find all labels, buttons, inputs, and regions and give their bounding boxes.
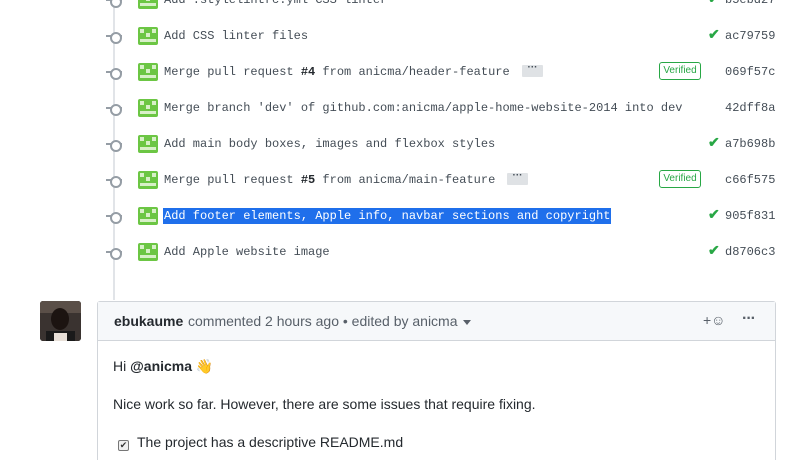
comment-author-link[interactable]: ebukaume (114, 313, 183, 329)
comment-paragraph: Nice work so far. However, there are som… (113, 396, 536, 412)
greeting-line: Hi @anicma 👋 (113, 358, 213, 375)
author-avatar[interactable] (138, 171, 158, 189)
author-avatar[interactable] (138, 243, 158, 261)
comment-box: ebukaume commented 2 hours ago • edited … (97, 301, 776, 460)
check-icon[interactable]: ✔ (708, 206, 720, 223)
message-suffix: from anicma/main-feature (315, 173, 496, 187)
commit-row: Add footer elements, Apple info, navbar … (0, 198, 786, 234)
commit-row: Add Apple website image ✔ d8706c3 (0, 234, 786, 270)
commit-sha[interactable]: d8706c3 (725, 244, 775, 260)
commit-icon (106, 210, 122, 224)
commit-message[interactable]: Add main body boxes, images and flexbox … (164, 136, 495, 152)
commit-icon (106, 102, 122, 116)
commit-icon (106, 0, 122, 8)
commit-message[interactable]: Add .stylelintrc.yml CSS linter (164, 0, 387, 8)
commit-row: Merge branch 'dev' of github.com:anicma/… (0, 90, 786, 126)
commit-sha[interactable]: 905f831 (725, 208, 775, 224)
commit-sha[interactable]: ac79759 (725, 28, 775, 44)
commit-row: Merge pull request #4 from anicma/header… (0, 54, 786, 90)
pr-number-link[interactable]: #5 (301, 173, 315, 187)
expand-message-button[interactable]: ··· (507, 171, 528, 185)
commit-icon (106, 66, 122, 80)
comment-meta[interactable]: commented 2 hours ago • edited by anicma (188, 313, 471, 329)
verified-badge[interactable]: Verified (659, 62, 701, 80)
commit-sha[interactable]: c66f575 (725, 172, 775, 188)
commit-icon (106, 138, 122, 152)
avatar-photo (40, 301, 81, 341)
commit-sha[interactable]: 069f57c (725, 64, 775, 80)
author-avatar[interactable] (138, 207, 158, 225)
comment-meta-text: commented 2 hours ago • edited by anicma (188, 313, 458, 329)
message-suffix: from anicma/header-feature (315, 65, 510, 79)
author-avatar[interactable] (138, 0, 158, 9)
check-icon[interactable]: ✔ (708, 26, 720, 43)
commit-message[interactable]: Add footer elements, Apple info, navbar … (163, 208, 612, 224)
commit-sha[interactable]: b5ebd27 (725, 0, 775, 8)
author-avatar[interactable] (138, 27, 158, 45)
message-prefix: Merge pull request (164, 173, 301, 187)
commit-message[interactable]: Merge pull request #4 from anicma/header… (164, 64, 510, 80)
expand-message-button[interactable]: ··· (522, 63, 543, 77)
user-mention-link[interactable]: @anicma (130, 358, 192, 374)
author-avatar[interactable] (138, 63, 158, 81)
check-icon[interactable]: ✔ (708, 242, 720, 259)
commit-message[interactable]: Merge pull request #5 from anicma/main-f… (164, 172, 495, 188)
check-icon[interactable]: ✔ (708, 134, 720, 151)
commit-row: Add main body boxes, images and flexbox … (0, 126, 786, 162)
comment-header: ebukaume commented 2 hours ago • edited … (98, 302, 775, 341)
commit-message[interactable]: Add CSS linter files (164, 28, 308, 44)
commit-row: Add CSS linter files ✔ ac79759 (0, 18, 786, 54)
commit-icon (106, 174, 122, 188)
commenter-avatar[interactable] (40, 301, 81, 341)
pr-number-link[interactable]: #4 (301, 65, 315, 79)
commit-message[interactable]: Merge branch 'dev' of github.com:anicma/… (164, 100, 682, 116)
commit-sha[interactable]: 42dff8a (725, 100, 775, 116)
task-text: The project has a descriptive README.md (137, 434, 404, 450)
commit-message[interactable]: Add Apple website image (164, 244, 330, 260)
commit-sha[interactable]: a7b698b (725, 136, 775, 152)
commit-row: Add .stylelintrc.yml CSS linter ✔ b5ebd2… (0, 0, 786, 18)
wave-emoji-icon: 👋 (195, 358, 214, 374)
more-options-button[interactable]: ··· (742, 310, 756, 328)
task-checkbox[interactable]: ✔ (118, 440, 129, 451)
commit-icon (106, 30, 122, 44)
verified-badge[interactable]: Verified (659, 170, 701, 188)
chevron-down-icon[interactable] (462, 319, 471, 325)
author-avatar[interactable] (138, 99, 158, 117)
message-prefix: Merge pull request (164, 65, 301, 79)
check-icon[interactable]: ✔ (708, 0, 720, 7)
task-list-item: ✔ The project has a descriptive README.md (118, 434, 403, 451)
author-avatar[interactable] (138, 135, 158, 153)
add-reaction-button[interactable]: +☺ (703, 312, 725, 328)
greeting-text: Hi (113, 358, 131, 374)
commit-row: Merge pull request #5 from anicma/main-f… (0, 162, 786, 198)
commit-icon (106, 246, 122, 260)
